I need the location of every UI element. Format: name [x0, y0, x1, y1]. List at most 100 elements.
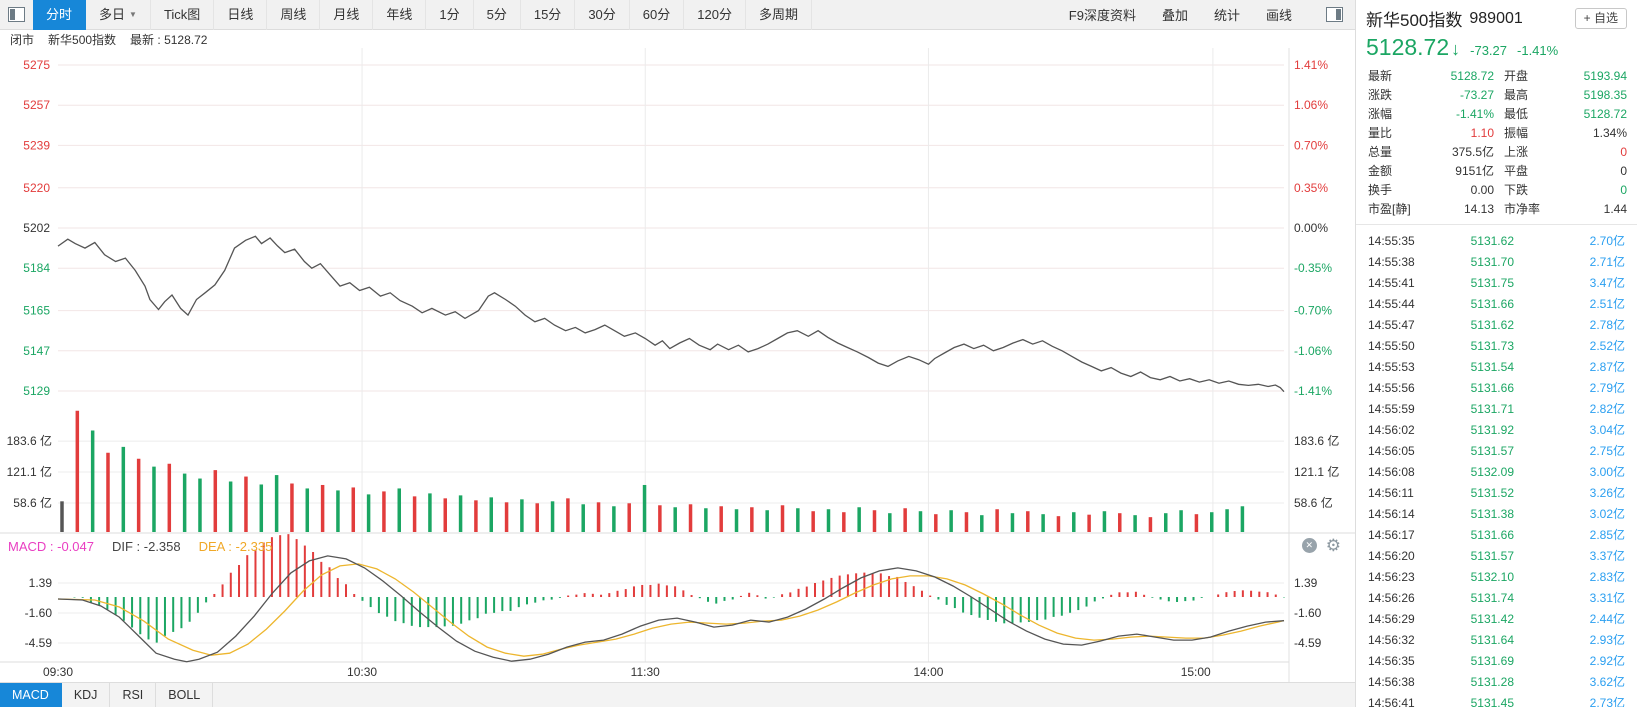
- tick-row: 14:56:385131.283.62亿: [1356, 672, 1637, 693]
- price-tick-label: 5257: [23, 98, 50, 112]
- status-instrument-name: 新华500指数: [48, 31, 116, 48]
- quote-stats-grid: 最新5128.72开盘5193.94涨跌-73.27最高5198.35涨幅-1.…: [1356, 64, 1637, 225]
- indicator-header: MACD : -0.047 DIF : -2.358 DEA : -2.335: [8, 535, 272, 557]
- tab-周线[interactable]: 周线: [267, 0, 320, 30]
- volume-tick-label: 183.6 亿: [7, 433, 52, 448]
- tab-120分[interactable]: 120分: [684, 0, 746, 30]
- tab-15分[interactable]: 15分: [521, 0, 575, 30]
- quote-header: 新华500指数 989001 + 自选 5128.72 ↓ -73.27 -1.…: [1356, 0, 1637, 64]
- tick-time: 14:56:29: [1368, 609, 1444, 630]
- tick-row: 14:55:565131.662.79亿: [1356, 378, 1637, 399]
- tick-time: 14:56:23: [1368, 567, 1444, 588]
- tab-5分[interactable]: 5分: [474, 0, 521, 30]
- tick-volume: 3.04亿: [1514, 420, 1625, 441]
- tick-price: 5131.57: [1444, 441, 1514, 462]
- volume-tick-label: 183.6 亿: [1294, 433, 1339, 448]
- indicator-tab-MACD[interactable]: MACD: [0, 683, 62, 707]
- tab-日线[interactable]: 日线: [214, 0, 267, 30]
- percent-tick-label: 0.70%: [1294, 138, 1328, 152]
- tick-time: 14:56:26: [1368, 588, 1444, 609]
- tick-time: 14:55:56: [1368, 378, 1444, 399]
- volume-tick-label: 121.1 亿: [1294, 464, 1339, 479]
- tick-price: 5132.10: [1444, 567, 1514, 588]
- tab-60分[interactable]: 60分: [630, 0, 684, 30]
- price-tick-label: 5165: [23, 304, 50, 318]
- price-change: -73.27: [1470, 43, 1507, 58]
- panel-toggle-bar: [10, 9, 15, 20]
- market-status: 闭市: [10, 31, 34, 48]
- tab-30分[interactable]: 30分: [575, 0, 629, 30]
- chart-section: 分时多日▼Tick图日线周线月线年线1分5分15分30分60分120分多周期 F…: [0, 0, 1355, 707]
- stat-value: -73.27: [1428, 86, 1504, 105]
- toolbar-right-links: F9深度资料 叠加 统计 画线: [1069, 5, 1318, 24]
- dropdown-caret-icon: ▼: [129, 10, 137, 19]
- close-indicator-icon[interactable]: ✕: [1302, 538, 1317, 553]
- stat-value: 9151亿: [1428, 162, 1504, 181]
- tick-price: 5131.73: [1444, 336, 1514, 357]
- volume-tick-label: 58.6 亿: [1294, 495, 1333, 510]
- chart-canvas[interactable]: 52751.41%52571.06%52390.70%52200.35%5202…: [0, 48, 1355, 682]
- tick-row: 14:56:265131.743.31亿: [1356, 588, 1637, 609]
- toolbar-link-叠加[interactable]: 叠加: [1162, 5, 1188, 24]
- macd-value-label: MACD : -0.047: [8, 539, 94, 554]
- indicator-tab-RSI[interactable]: RSI: [110, 683, 156, 707]
- indicator-settings-icon[interactable]: ⚙: [1326, 538, 1341, 553]
- chart-area[interactable]: 52751.41%52571.06%52390.70%52200.35%5202…: [0, 48, 1355, 682]
- tick-row: 14:55:595131.712.82亿: [1356, 399, 1637, 420]
- indicator-tab-KDJ[interactable]: KDJ: [62, 683, 111, 707]
- stat-label: 振幅: [1504, 124, 1556, 143]
- tab-分时[interactable]: 分时: [33, 0, 86, 30]
- volume-tick-label: 121.1 亿: [7, 464, 52, 479]
- tick-volume: 2.85亿: [1514, 525, 1625, 546]
- stat-label: 最新: [1368, 67, 1428, 86]
- toolbar-link-统计[interactable]: 统计: [1214, 5, 1240, 24]
- tick-time: 14:56:32: [1368, 630, 1444, 651]
- price-tick-label: 5129: [23, 384, 50, 398]
- add-watchlist-button[interactable]: + 自选: [1575, 8, 1627, 29]
- tick-volume: 2.70亿: [1514, 231, 1625, 252]
- tab-月线[interactable]: 月线: [320, 0, 373, 30]
- percent-tick-label: 0.00%: [1294, 221, 1328, 235]
- tab-多周期[interactable]: 多周期: [746, 0, 812, 30]
- tick-time: 14:56:11: [1368, 483, 1444, 504]
- tick-volume: 2.75亿: [1514, 441, 1625, 462]
- collapse-right-panel-icon[interactable]: [1326, 7, 1343, 22]
- stat-value: 0: [1556, 181, 1627, 200]
- instrument-code: 989001: [1469, 10, 1522, 28]
- tick-volume: 2.83亿: [1514, 567, 1625, 588]
- time-axis-label: 11:30: [631, 662, 660, 682]
- tick-time: 14:56:08: [1368, 462, 1444, 483]
- percent-tick-label: 1.06%: [1294, 98, 1328, 112]
- stat-label: 金额: [1368, 162, 1428, 181]
- tab-多日[interactable]: 多日▼: [86, 0, 151, 30]
- tick-row: 14:56:235132.102.83亿: [1356, 567, 1637, 588]
- time-axis: 09:3010:3011:3014:0015:00: [0, 662, 1355, 682]
- macd-tick-label: 1.39: [1294, 576, 1318, 590]
- tick-volume: 3.31亿: [1514, 588, 1625, 609]
- stat-label: 市盈[静]: [1368, 200, 1428, 219]
- tick-time: 14:56:17: [1368, 525, 1444, 546]
- tab-Tick图[interactable]: Tick图: [151, 0, 214, 30]
- tab-年线[interactable]: 年线: [373, 0, 426, 30]
- stat-value: 1.34%: [1556, 124, 1627, 143]
- tick-volume: 3.02亿: [1514, 504, 1625, 525]
- tick-list[interactable]: 14:55:355131.622.70亿14:55:385131.702.71亿…: [1356, 225, 1637, 707]
- price-line: [58, 236, 1284, 391]
- toolbar-link-F9深度资料[interactable]: F9深度资料: [1069, 5, 1136, 24]
- stat-value: 14.13: [1428, 200, 1504, 219]
- tick-volume: 2.79亿: [1514, 378, 1625, 399]
- indicator-tab-bar: MACDKDJRSIBOLL: [0, 682, 1355, 707]
- tick-time: 14:55:44: [1368, 294, 1444, 315]
- price-tick-label: 5220: [23, 181, 50, 195]
- tick-price: 5131.66: [1444, 378, 1514, 399]
- stat-label: 涨跌: [1368, 86, 1428, 105]
- toolbar-link-画线[interactable]: 画线: [1266, 5, 1292, 24]
- collapse-left-panel-icon[interactable]: [8, 7, 25, 22]
- dif-line: [58, 556, 1284, 662]
- tick-volume: 2.87亿: [1514, 357, 1625, 378]
- tab-1分[interactable]: 1分: [426, 0, 473, 30]
- indicator-tab-BOLL[interactable]: BOLL: [156, 683, 213, 707]
- stat-value: -1.41%: [1428, 105, 1504, 124]
- macd-tick-label: -4.59: [25, 636, 53, 650]
- tick-time: 14:55:59: [1368, 399, 1444, 420]
